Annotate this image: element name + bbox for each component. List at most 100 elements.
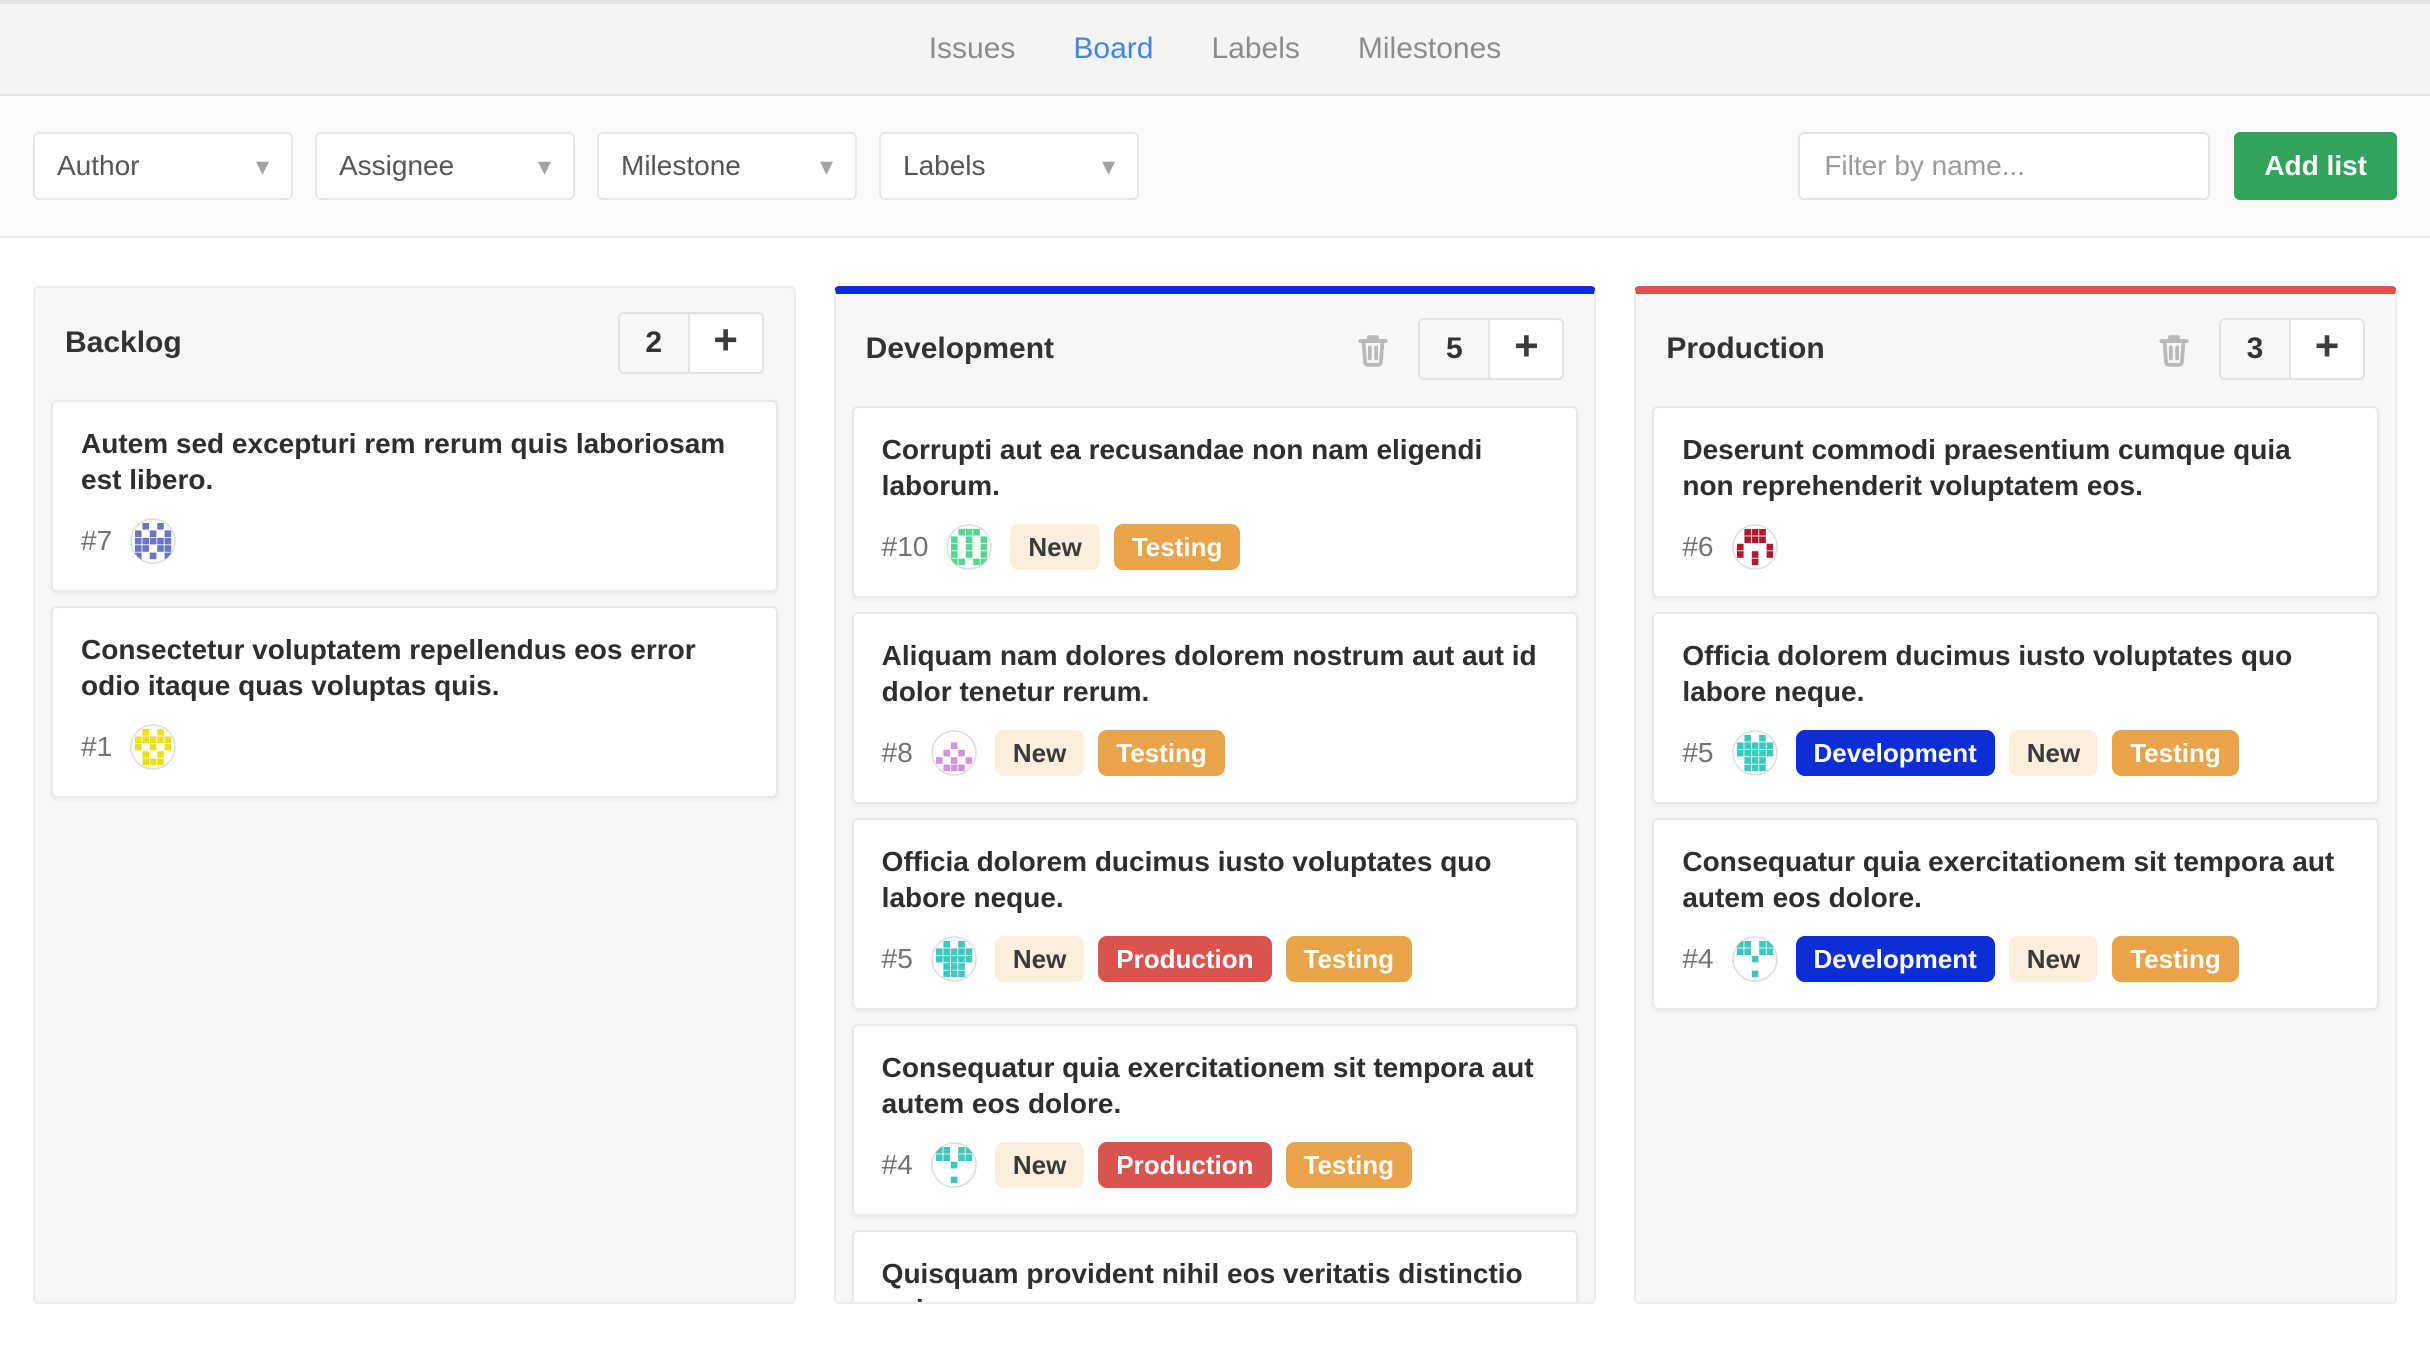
chevron-down-icon: ▾ — [255, 151, 269, 181]
label-chip-new[interactable]: New — [1010, 524, 1100, 570]
issue-count-badge: 3 — [2221, 320, 2292, 378]
issue-title: Consectetur voluptatem repellendus eos e… — [81, 634, 696, 701]
delete-list-button[interactable] — [1354, 329, 1392, 369]
label-chips: New Production Testing — [994, 1142, 1413, 1188]
trash-icon — [1358, 335, 1388, 367]
label-chip-production[interactable]: Production — [1098, 936, 1272, 982]
issue-id: #6 — [1682, 531, 1714, 562]
nav-items: Issues Board Labels Milestones — [929, 32, 1502, 66]
issue-title: Consequatur quia exercitationem sit temp… — [1682, 846, 2335, 913]
nav-tab-board[interactable]: Board — [1073, 32, 1153, 66]
add-list-button[interactable]: Add list — [2234, 132, 2397, 200]
issue-card[interactable]: Corrupti aut ea recusandae non nam elige… — [851, 406, 1579, 598]
label-chip-testing[interactable]: Testing — [1285, 1142, 1413, 1188]
issue-card[interactable]: Consectetur voluptatem repellendus eos e… — [51, 606, 778, 798]
issue-id: #4 — [1682, 943, 1714, 974]
issue-card[interactable]: Consequatur quia exercitationem sit temp… — [851, 1024, 1579, 1216]
issue-card[interactable]: Autem sed excepturi rem rerum quis labor… — [51, 400, 778, 592]
dropdown-label: Milestone — [621, 150, 741, 181]
add-issue-button[interactable]: + — [1490, 320, 1563, 378]
issue-title: Officia dolorem ducimus iusto voluptates… — [1682, 640, 2293, 707]
avatar — [946, 524, 993, 570]
issue-card[interactable]: Officia dolorem ducimus iusto voluptates… — [1652, 612, 2380, 804]
issue-counter: 2 + — [617, 312, 764, 374]
chevron-down-icon: ▾ — [1101, 151, 1115, 181]
board-column-backlog: Backlog 2 + Autem sed excepturi rem reru… — [33, 286, 796, 1304]
add-issue-button[interactable]: + — [689, 314, 762, 372]
label-chip-testing[interactable]: Testing — [2112, 730, 2239, 776]
top-navbar: Issues Board Labels Milestones — [0, 0, 2430, 96]
nav-tab-labels[interactable]: Labels — [1211, 32, 1299, 66]
column-header: Development 5 + — [836, 294, 1595, 400]
filter-dropdown-author[interactable]: Author ▾ — [33, 132, 293, 200]
avatar — [931, 936, 977, 982]
issue-id: #10 — [881, 531, 929, 562]
avatar — [931, 730, 977, 776]
issue-card[interactable]: Aliquam nam dolores dolorem nostrum aut … — [851, 612, 1579, 804]
label-chips: Development New Testing — [1795, 730, 2239, 776]
filter-dropdown-milestone[interactable]: Milestone ▾ — [597, 132, 857, 200]
label-chip-production[interactable]: Production — [1098, 1142, 1272, 1188]
card-list: Corrupti aut ea recusandae non nam elige… — [836, 400, 1595, 1302]
issue-meta: #1 — [81, 724, 748, 770]
issue-title: Consequatur quia exercitationem sit temp… — [881, 1052, 1534, 1119]
dropdown-label: Author — [57, 150, 140, 181]
label-chip-testing[interactable]: Testing — [2112, 936, 2239, 982]
issue-title: Corrupti aut ea recusandae non nam elige… — [881, 434, 1483, 501]
label-chips: New Testing — [1010, 524, 1241, 570]
column-title: Backlog — [65, 326, 182, 359]
issue-meta: #7 — [81, 518, 748, 564]
avatar — [1731, 730, 1778, 776]
issue-count-badge: 2 — [619, 314, 690, 372]
trash-icon — [2159, 335, 2189, 367]
board-columns: Backlog 2 + Autem sed excepturi rem reru… — [0, 238, 2430, 1304]
label-chip-development[interactable]: Development — [1795, 936, 1995, 982]
issue-title: Officia dolorem ducimus iusto voluptates… — [881, 846, 1492, 913]
label-chips: Development New Testing — [1795, 936, 2239, 982]
label-chip-testing[interactable]: Testing — [1098, 730, 1225, 776]
issue-id: #5 — [1682, 737, 1714, 768]
label-chip-new[interactable]: New — [2008, 936, 2099, 982]
label-chips: New Testing — [994, 730, 1225, 776]
filter-dropdown-labels[interactable]: Labels ▾ — [879, 132, 1139, 200]
label-chip-testing[interactable]: Testing — [1113, 524, 1241, 570]
dropdown-label: Labels — [903, 150, 986, 181]
nav-tab-issues[interactable]: Issues — [929, 32, 1016, 66]
column-title: Production — [1666, 332, 1825, 365]
issue-id: #5 — [881, 943, 913, 974]
board-column-production: Production 3 + Deserunt commodi praesent… — [1634, 286, 2398, 1304]
filter-bar: Author ▾ Assignee ▾ Milestone ▾ Labels ▾… — [0, 96, 2430, 238]
issue-counter: 5 + — [1418, 318, 1565, 380]
avatar — [130, 518, 176, 564]
label-chip-testing[interactable]: Testing — [1285, 936, 1413, 982]
issue-id: #7 — [81, 525, 113, 556]
label-chip-new[interactable]: New — [2008, 730, 2099, 776]
label-chip-new[interactable]: New — [994, 1142, 1085, 1188]
avatar — [1731, 524, 1778, 570]
filter-dropdowns: Author ▾ Assignee ▾ Milestone ▾ Labels ▾ — [33, 132, 1161, 200]
filter-dropdown-assignee[interactable]: Assignee ▾ — [315, 132, 575, 200]
issue-meta: #8 New Testing — [882, 730, 1549, 776]
add-issue-button[interactable]: + — [2291, 320, 2364, 378]
issue-meta: #4 New Production Testing — [882, 1142, 1549, 1188]
issue-id: #8 — [881, 737, 913, 768]
avatar — [130, 724, 176, 770]
issue-card[interactable]: Quisquam provident nihil eos veritatis d… — [851, 1230, 1579, 1302]
nav-tab-milestones[interactable]: Milestones — [1358, 32, 1501, 66]
avatar — [1731, 936, 1778, 982]
issue-counter: 3 + — [2219, 318, 2366, 380]
issue-meta: #10 New Testing — [882, 524, 1549, 570]
issue-id: #4 — [881, 1149, 913, 1180]
issue-card[interactable]: Deserunt commodi praesentium cumque quia… — [1652, 406, 2380, 598]
issue-count-badge: 5 — [1420, 320, 1491, 378]
issue-card[interactable]: Officia dolorem ducimus iusto voluptates… — [851, 818, 1579, 1010]
card-list: Autem sed excepturi rem rerum quis labor… — [35, 394, 794, 804]
filter-by-name-input[interactable] — [1798, 132, 2211, 200]
delete-list-button[interactable] — [2155, 329, 2193, 369]
label-chip-new[interactable]: New — [994, 730, 1085, 776]
issue-card[interactable]: Consequatur quia exercitationem sit temp… — [1652, 818, 2380, 1010]
label-chip-new[interactable]: New — [994, 936, 1085, 982]
label-chips: New Production Testing — [994, 936, 1413, 982]
label-chip-development[interactable]: Development — [1795, 730, 1995, 776]
issue-title: Quisquam provident nihil eos veritatis d… — [881, 1258, 1523, 1302]
